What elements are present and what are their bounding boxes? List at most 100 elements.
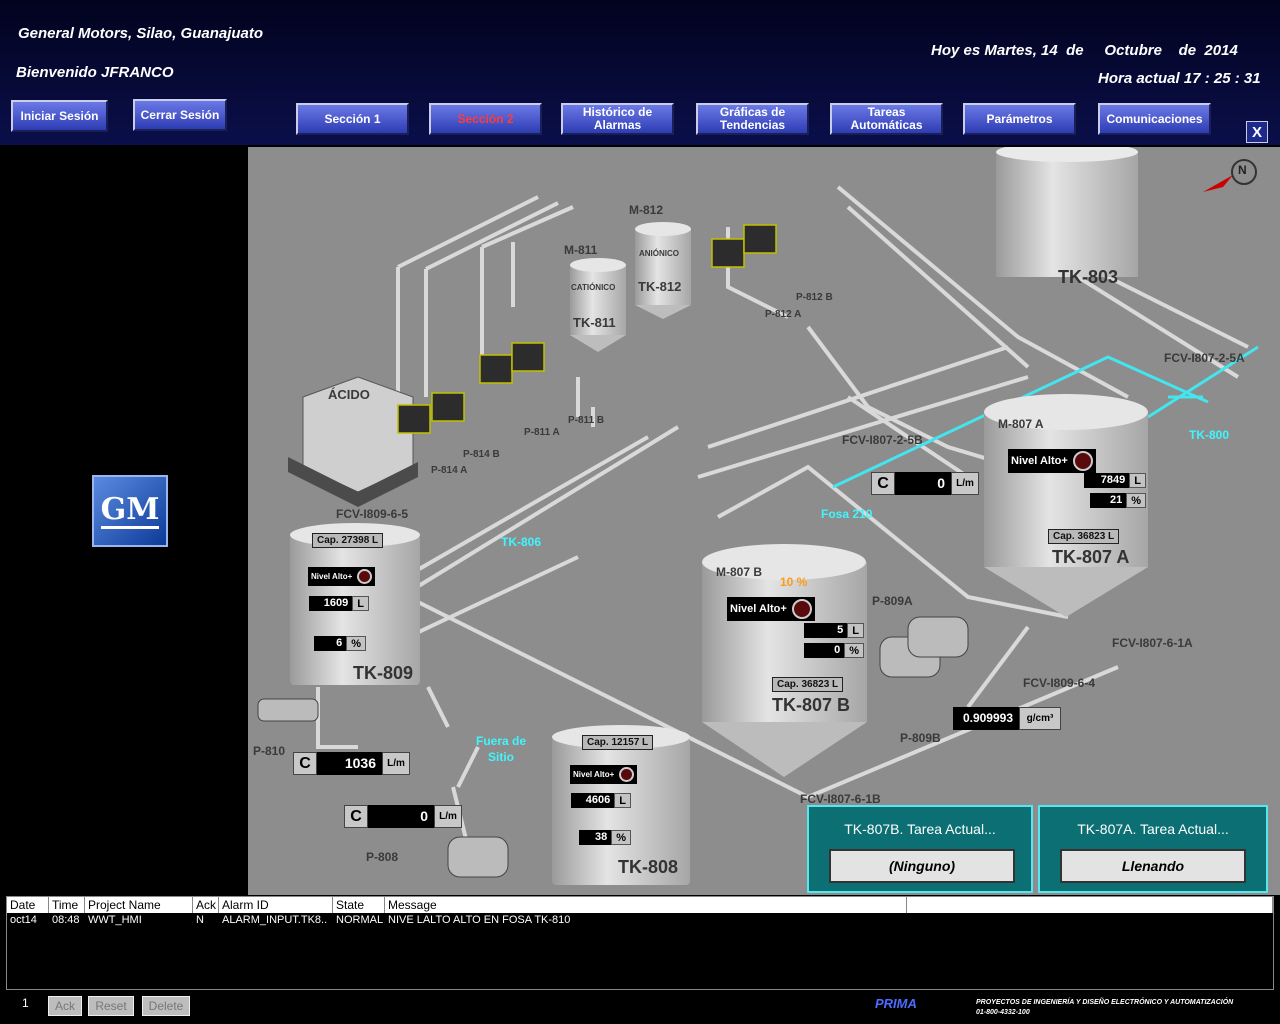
col-ack[interactable]: Ack — [193, 897, 219, 913]
p-810-flow-meter[interactable]: C 1036 L/m — [293, 752, 410, 775]
tk-809-liters: 1609 L — [309, 596, 369, 611]
tk-811-label: TK-811 — [573, 315, 616, 330]
alarm-history-button[interactable]: Histórico de Alarmas — [561, 103, 674, 135]
cell-message: NIVE LALTO ALTO EN FOSA TK-810 — [388, 914, 571, 926]
brand-line-1: PROYECTOS DE INGENIERÍA Y DISEÑO ELECTRÓ… — [976, 999, 1234, 1006]
cell-state: NORMAL — [336, 914, 384, 926]
percent-unit: % — [844, 643, 864, 658]
p-814a-label: P-814 A — [431, 465, 468, 476]
col-alarm-id[interactable]: Alarm ID — [219, 897, 333, 913]
tk-807a-liters: 7849 L — [1084, 473, 1146, 488]
fcv-809-6-5-label: FCV-I809-6-5 — [336, 507, 409, 521]
percent-unit: % — [346, 636, 366, 651]
anionico-label: ANIÓNICO — [639, 249, 679, 258]
tk-807b-task-value[interactable]: (Ninguno) — [829, 849, 1015, 883]
tk-806-label: TK-806 — [501, 535, 542, 549]
ack-button[interactable]: Ack — [48, 996, 82, 1016]
fosa-flow-value: 0 — [895, 472, 951, 495]
m-807b-percent: 10 % — [780, 575, 808, 589]
col-date[interactable]: Date — [7, 897, 49, 913]
tk-808-percent: 38% — [579, 830, 631, 845]
flow-c-button: C — [871, 472, 895, 495]
alarm-led-icon — [619, 767, 635, 782]
p-810-flow-value: 1036 — [317, 752, 382, 775]
tab-section-1[interactable]: Sección 1 — [296, 103, 409, 135]
tk-808-percent-value: 38 — [579, 830, 612, 845]
tk-807b-high-level-text: Nivel Alto+ — [730, 603, 787, 615]
tk-807b-task-title: TK-807B. Tarea Actual... — [844, 821, 996, 837]
alarm-led-icon — [791, 599, 812, 619]
tk-807a-task-panel: TK-807A. Tarea Actual... Llenando — [1038, 805, 1268, 893]
fosa-flow-meter[interactable]: C 0 L/m — [871, 472, 979, 495]
fuera-de-sitio-label: Fuera de Sitio — [476, 734, 527, 764]
p-808-flow-value: 0 — [368, 805, 434, 828]
tk-807a-high-level-indicator[interactable]: Nivel Alto+ — [1008, 449, 1096, 473]
tab-section-2[interactable]: Sección 2 — [429, 103, 542, 135]
cell-ack: N — [196, 914, 204, 926]
col-time[interactable]: Time — [49, 897, 85, 913]
tk-800-label: TK-800 — [1189, 428, 1230, 442]
tk-807b-percent-value: 0 — [804, 643, 845, 658]
table-row[interactable]: oct14 08:48 WWT_HMI N ALARM_INPUT.TK8.. … — [7, 913, 1273, 928]
tk-808-liters-value: 4606 — [571, 793, 615, 808]
flow-unit: L/m — [951, 472, 979, 495]
delete-button[interactable]: Delete — [142, 996, 190, 1016]
reset-button[interactable]: Reset — [88, 996, 134, 1016]
tk-807b-high-level-indicator[interactable]: Nivel Alto+ — [727, 597, 815, 621]
cell-project: WWT_HMI — [88, 914, 142, 926]
auto-tasks-button[interactable]: Tareas Automáticas — [830, 103, 943, 135]
flow-c-button: C — [344, 805, 368, 828]
time-text: Hora actual 17 : 25 : 31 — [1098, 70, 1261, 87]
plant-drawing — [257, 147, 1259, 885]
company-brand-text: PROYECTOS DE INGENIERÍA Y DISEÑO ELECTRÓ… — [976, 998, 1233, 1018]
communications-button[interactable]: Comunicaciones — [1098, 103, 1211, 135]
percent-unit: % — [611, 830, 631, 845]
tk-807a-liters-value: 7849 — [1084, 473, 1130, 488]
tk-808-high-level-indicator[interactable]: Nivel Alto+ — [570, 765, 638, 784]
liters-unit: L — [1129, 473, 1146, 488]
liters-unit: L — [352, 596, 369, 611]
m-811-label: M-811 — [564, 243, 598, 257]
fcv-807-6-1a-label: FCV-I807-6-1A — [1112, 636, 1193, 650]
tk-808-liters: 4606 L — [571, 793, 631, 808]
tk-807a-task-value[interactable]: Llenando — [1060, 849, 1246, 883]
p-812a-label: P-812 A — [765, 309, 802, 320]
col-project-name[interactable]: Project Name — [85, 897, 193, 913]
close-button[interactable]: X — [1246, 121, 1268, 143]
density-unit: g/cm³ — [1019, 707, 1061, 730]
fcv-809-6-4-label: FCV-I809-6-4 — [1023, 676, 1096, 690]
alarm-count: 1 — [22, 996, 29, 1010]
p-811a-label: P-811 A — [524, 427, 560, 438]
tk-808-capacity: Cap. 12157 L — [582, 735, 654, 750]
tk-807a-high-level-text: Nivel Alto+ — [1011, 455, 1068, 467]
trends-button[interactable]: Gráficas de Tendencias — [696, 103, 809, 135]
density-meter: 0.909993 g/cm³ — [953, 707, 1061, 730]
p-809b-label: P-809B — [900, 731, 941, 745]
login-button[interactable]: Iniciar Sesión — [11, 100, 108, 132]
p-811b-label: P-811 B — [568, 415, 605, 426]
parameters-button[interactable]: Parámetros — [963, 103, 1076, 135]
tk-809-capacity: Cap. 27398 L — [312, 533, 384, 548]
tk-807b-liters-value: 5 — [804, 623, 848, 638]
p-808-flow-meter[interactable]: C 0 L/m — [344, 805, 462, 828]
logout-button[interactable]: Cerrar Sesión — [133, 99, 227, 131]
alarm-table[interactable]: Date Time Project Name Ack Alarm ID Stat… — [6, 896, 1274, 990]
tk-808-high-level-text: Nivel Alto+ — [573, 770, 615, 779]
tk-809-high-level-indicator[interactable]: Nivel Alto+ — [308, 567, 376, 586]
tk-809-liters-value: 1609 — [309, 596, 353, 611]
gm-logo: GM — [92, 475, 168, 547]
tk-812-label: TK-812 — [638, 279, 682, 294]
alarm-led-icon — [1072, 451, 1093, 471]
p-812b-label: P-812 B — [796, 292, 833, 303]
plant-diagram: TK-803 ÁCIDO CATIÓNICO ANIÓNICO TK-811 T… — [248, 147, 1280, 895]
percent-unit: % — [1126, 493, 1146, 508]
tk-807b-liters: 5L — [804, 623, 864, 638]
col-state[interactable]: State — [333, 897, 385, 913]
tk-803-label: TK-803 — [1058, 267, 1119, 287]
gm-logo-text: GM — [100, 491, 160, 529]
acido-label: ÁCIDO — [328, 387, 370, 402]
col-message[interactable]: Message — [385, 897, 907, 913]
fosa-210-label: Fosa 210 — [821, 507, 873, 521]
tk-807a-task-title: TK-807A. Tarea Actual... — [1077, 821, 1229, 837]
density-value: 0.909993 — [953, 707, 1019, 730]
